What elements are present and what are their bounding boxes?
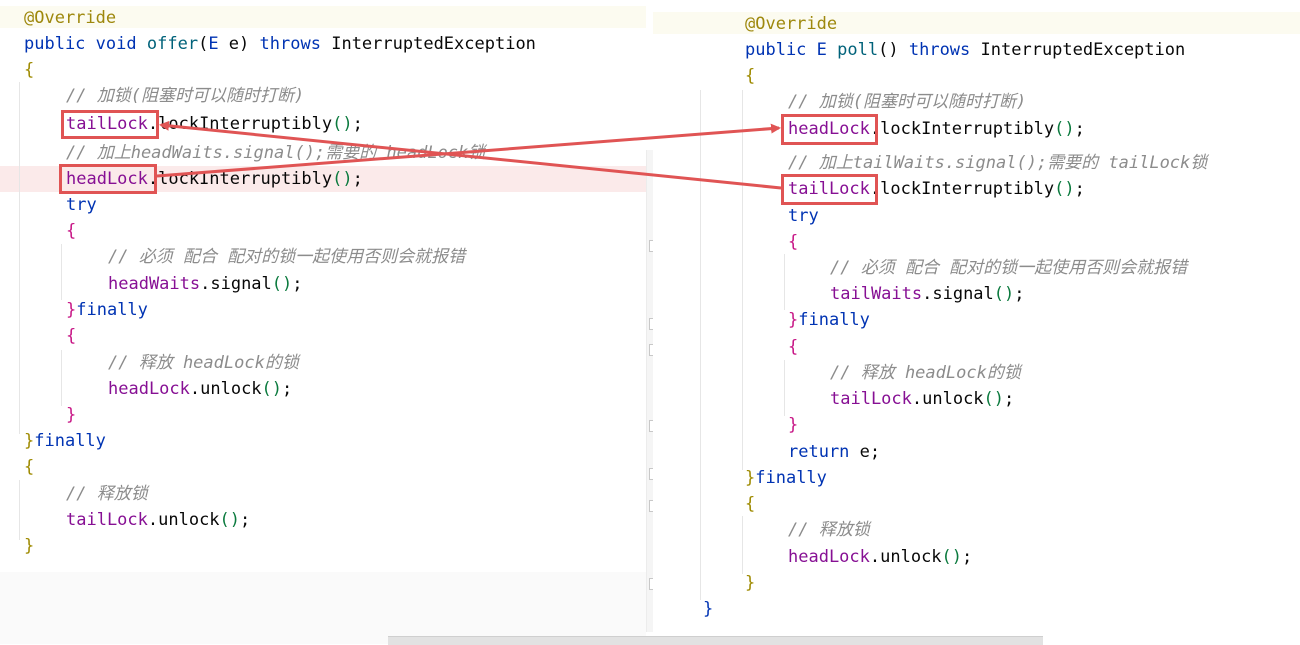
code-line-comment-release-head: // 释放 headLock的锁 — [108, 353, 299, 373]
indent-guide — [742, 90, 743, 470]
code-line-try-open: { — [66, 221, 77, 241]
code-line-finally-close: } — [745, 573, 756, 593]
indent-guide — [784, 360, 785, 416]
code-line-try-open: { — [788, 232, 799, 252]
highlight-box-right-taillock — [781, 174, 878, 205]
code-line-comment-must: // 必须 配合 配对的锁一起使用否则会就报错 — [108, 247, 466, 267]
code-line-comment-release-head: // 释放 headLock的锁 — [830, 363, 1021, 383]
left-code-editor[interactable]: @Override public void offer(E e) throws … — [0, 0, 646, 572]
code-line-comment-add-signal: // 加上headWaits.signal();需要的 headLock锁 — [66, 143, 486, 163]
indent-guide — [19, 82, 20, 434]
code-line-try: try — [66, 195, 97, 215]
code-line-method-signature: public E poll() throws InterruptedExcept… — [745, 40, 1186, 60]
code-line-inner-finally: }finally — [66, 300, 148, 320]
code-line-taillock-unlock: tailLock.unlock(); — [66, 510, 251, 530]
right-code-editor[interactable]: @Override public E poll() throws Interru… — [653, 0, 1300, 632]
highlight-box-left-headlock — [59, 164, 157, 194]
code-line-outer-finally: }finally — [745, 468, 827, 488]
code-line-outer-finally: }finally — [24, 431, 106, 451]
code-line-comment-lock: // 加锁(阻塞时可以随时打断) — [66, 86, 305, 106]
code-line-comment-lock: // 加锁(阻塞时可以随时打断) — [788, 92, 1027, 112]
code-line-inner-finally-open: { — [788, 337, 799, 357]
code-line-tailwaits-signal: tailWaits.signal(); — [830, 284, 1025, 304]
code-line-try: try — [788, 206, 819, 226]
code-line-headlock-unlock: headLock.unlock(); — [108, 379, 293, 399]
code-line-taillock-unlock: tailLock.unlock(); — [830, 389, 1015, 409]
code-line-open-brace: { — [745, 66, 756, 86]
indent-guide — [700, 90, 701, 600]
left-editor-empty-area — [0, 572, 646, 644]
indent-guide — [61, 350, 62, 406]
indent-guide — [61, 244, 62, 300]
highlight-box-left-taillock — [61, 110, 159, 139]
code-line-inner-finally-open: { — [66, 326, 77, 346]
code-line-inner-close: } — [788, 415, 799, 435]
code-line-inner-finally: }finally — [788, 310, 870, 330]
code-line-inner-close: } — [66, 405, 77, 425]
code-line-outer-finally-open: { — [24, 457, 35, 477]
code-line-return: return e; — [788, 442, 881, 462]
indent-guide — [19, 480, 20, 540]
code-line-comment-must: // 必须 配合 配对的锁一起使用否则会就报错 — [830, 258, 1188, 278]
code-line-comment-add-signal: // 加上tailWaits.signal();需要的 tailLock锁 — [788, 153, 1208, 173]
code-line-headlock-unlock: headLock.unlock(); — [788, 547, 973, 567]
code-line-annotation: @Override — [24, 8, 117, 28]
highlight-box-right-headlock — [781, 114, 878, 145]
code-line-open-brace: { — [24, 60, 35, 80]
code-line-comment-release: // 释放锁 — [66, 484, 148, 504]
indent-guide — [742, 516, 743, 574]
code-line-comment-release: // 释放锁 — [788, 520, 870, 540]
code-line-method-close: } — [703, 599, 714, 619]
code-line-outer-finally-open: { — [745, 494, 756, 514]
code-line-annotation: @Override — [745, 14, 838, 34]
code-line-method-signature: public void offer(E e) throws Interrupte… — [24, 34, 536, 54]
code-line-method-close: } — [24, 536, 35, 556]
code-line-headwaits-signal: headWaits.signal(); — [108, 274, 303, 294]
indent-guide — [784, 254, 785, 310]
